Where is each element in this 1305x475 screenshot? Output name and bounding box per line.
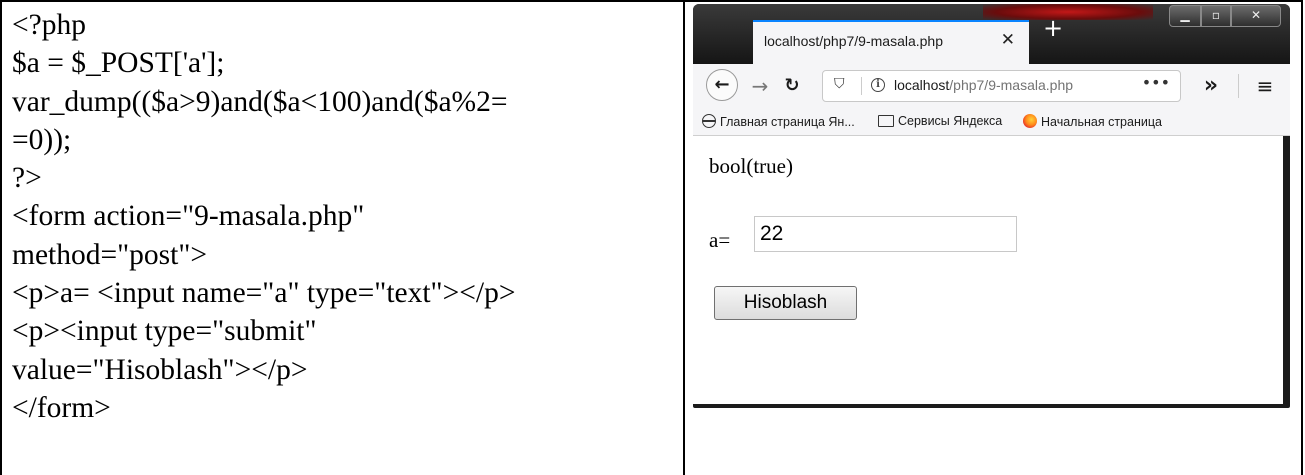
reload-icon[interactable]: ↻ <box>777 71 807 101</box>
browser-titlebar: localhost/php7/9-masala.php ✕ + ▁ ▫ ✕ <box>693 4 1290 64</box>
maximize-icon[interactable]: ▫ <box>1201 5 1231 27</box>
code-line: $a = $_POST['a']; <box>12 47 225 80</box>
page-actions-icon[interactable]: ••• <box>1142 73 1170 92</box>
url-path: /php7/9-masala.php <box>949 77 1074 93</box>
bookmark-item[interactable]: Начальная страница <box>1023 114 1162 129</box>
close-icon[interactable]: ✕ <box>1001 30 1015 50</box>
bookmark-label: Сервисы Яндекса <box>898 114 1003 128</box>
code-line: <p>a= <input name="a" type="text"></p> <box>12 277 516 310</box>
url-text[interactable]: localhost/php7/9-masala.php <box>894 77 1073 93</box>
bookmark-item[interactable]: Сервисы Яндекса <box>878 114 1002 128</box>
titlebar-glow <box>983 4 1153 20</box>
firefox-icon <box>1023 114 1037 128</box>
browser-window: localhost/php7/9-masala.php ✕ + ▁ ▫ ✕ ← … <box>693 4 1290 408</box>
a-input[interactable] <box>754 216 1017 252</box>
code-line: var_dump(($a>9)and($a<100)and($a%2= <box>12 85 508 118</box>
forward-arrow-icon[interactable]: → <box>745 71 775 101</box>
bookmark-label: Начальная страница <box>1041 115 1162 129</box>
bookmark-item[interactable]: Главная страница Ян... <box>702 114 855 129</box>
minimize-icon[interactable]: ▁ <box>1169 5 1201 27</box>
address-separator <box>861 77 862 95</box>
shield-icon[interactable]: ⛉ <box>834 76 845 92</box>
table-column-divider <box>683 0 685 475</box>
bookmarks-toolbar: Главная страница Ян... Сервисы Яндекса Н… <box>693 108 1290 136</box>
code-line: <p><input type="submit" <box>12 315 317 348</box>
plus-icon[interactable]: + <box>1043 16 1063 40</box>
code-line: <form action="9-masala.php" <box>12 200 365 233</box>
page-content: bool(true) a= Hisoblash <box>693 136 1283 404</box>
hamburger-menu-icon[interactable]: ≡ <box>1250 71 1280 101</box>
hisoblash-button[interactable]: Hisoblash <box>714 286 857 320</box>
address-bar[interactable]: ⛉ i localhost/php7/9-masala.php ••• <box>822 70 1181 102</box>
tab-title: localhost/php7/9-masala.php <box>764 33 944 49</box>
code-line: method="post"> <box>12 238 208 271</box>
url-host: localhost <box>894 77 950 93</box>
bookmark-label: Главная страница Ян... <box>720 115 855 129</box>
back-arrow-icon[interactable]: ← <box>706 69 738 101</box>
code-line: </form> <box>12 391 111 424</box>
globe-icon <box>702 114 716 128</box>
code-line: ?> <box>12 162 42 195</box>
code-line: <?php <box>12 9 86 41</box>
close-icon[interactable]: ✕ <box>1231 5 1281 27</box>
info-icon[interactable]: i <box>871 78 885 92</box>
overflow-chevron-icon[interactable]: » <box>1196 71 1226 101</box>
var-dump-output: bool(true) <box>709 154 793 178</box>
browser-tab[interactable]: localhost/php7/9-masala.php ✕ <box>753 20 1029 64</box>
code-line: =0)); <box>12 123 72 156</box>
toolbar-separator <box>1238 74 1239 98</box>
code-line: value="Hisoblash"></p> <box>12 353 308 386</box>
input-label: a= <box>709 228 731 252</box>
navigation-toolbar: ← → ↻ ⛉ i localhost/php7/9-masala.php ••… <box>693 64 1290 108</box>
folder-icon <box>878 115 894 127</box>
php-code-listing: <?php $a = $_POST['a']; var_dump(($a>9)a… <box>12 6 680 427</box>
